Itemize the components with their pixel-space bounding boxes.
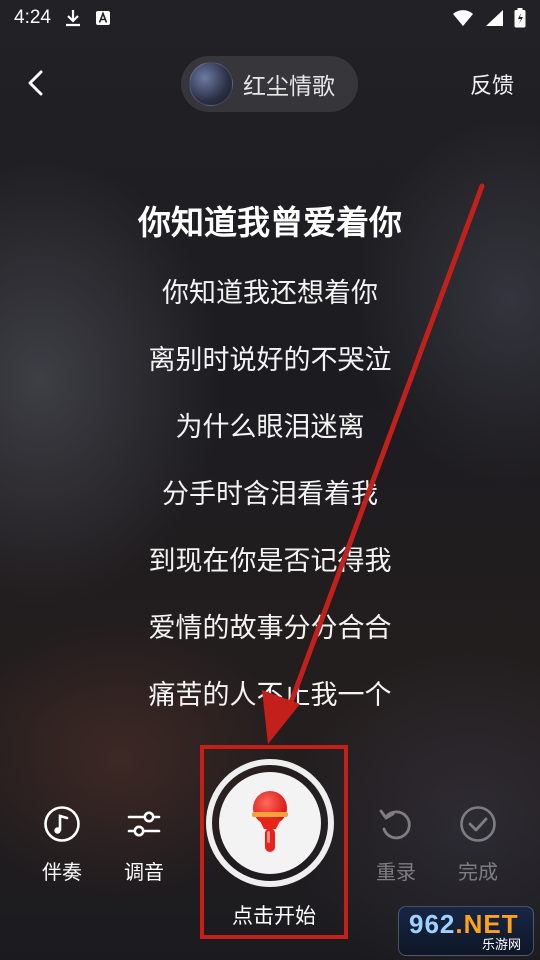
lyric-current-line: 你知道我曾爱着你 — [138, 203, 402, 242]
lyric-line: 为什么眼泪迷离 — [175, 412, 365, 443]
status-bar: 4:24 — [0, 0, 540, 36]
app-notification-icon — [95, 10, 111, 26]
undo-icon — [379, 809, 411, 840]
sliders-icon — [127, 811, 161, 837]
wifi-icon — [452, 9, 474, 27]
check-circle-icon — [460, 806, 496, 842]
album-cover — [189, 62, 233, 106]
lyric-line: 到现在你是否记得我 — [148, 546, 392, 577]
tuning-label: 调音 — [124, 860, 164, 884]
finish-button[interactable]: 完成 — [438, 798, 518, 885]
feedback-button[interactable]: 反馈 — [470, 68, 514, 100]
top-bar: 红尘情歌 反馈 — [0, 52, 540, 116]
finish-label: 完成 — [458, 860, 498, 884]
rerecord-label: 重录 — [376, 860, 416, 884]
battery-icon — [514, 8, 526, 28]
song-title: 红尘情歌 — [243, 74, 335, 100]
music-note-icon — [44, 806, 80, 842]
lyric-line: 离别时说好的不哭泣 — [148, 345, 392, 376]
rerecord-button[interactable]: 重录 — [356, 798, 436, 885]
lyric-line: 爱情的故事分分合合 — [148, 613, 392, 644]
lyric-line: 痛苦的人不止我一个 — [148, 680, 392, 711]
back-button[interactable] — [18, 66, 52, 100]
chevron-left-icon — [28, 70, 43, 96]
annotation-highlight-box — [200, 745, 348, 939]
signal-icon — [484, 9, 504, 27]
accompaniment-label: 伴奏 — [42, 860, 82, 884]
watermark-subtitle: 乐游网 — [481, 938, 521, 953]
lyric-line: 你知道我还想着你 — [162, 278, 378, 309]
accompaniment-button[interactable]: 伴奏 — [22, 798, 102, 885]
lyric-line: 分手时含泪看着我 — [162, 479, 378, 510]
download-icon — [65, 9, 81, 27]
lyrics-panel: 你知道我曾爱着你 你知道我还想着你 离别时说好的不哭泣 为什么眼泪迷离 分手时含… — [0, 190, 540, 729]
song-info-pill[interactable]: 红尘情歌 — [181, 56, 358, 112]
status-time: 4:24 — [14, 7, 51, 28]
site-watermark: 962.NET 乐游网 — [398, 906, 534, 956]
tuning-button[interactable]: 调音 — [104, 798, 184, 885]
